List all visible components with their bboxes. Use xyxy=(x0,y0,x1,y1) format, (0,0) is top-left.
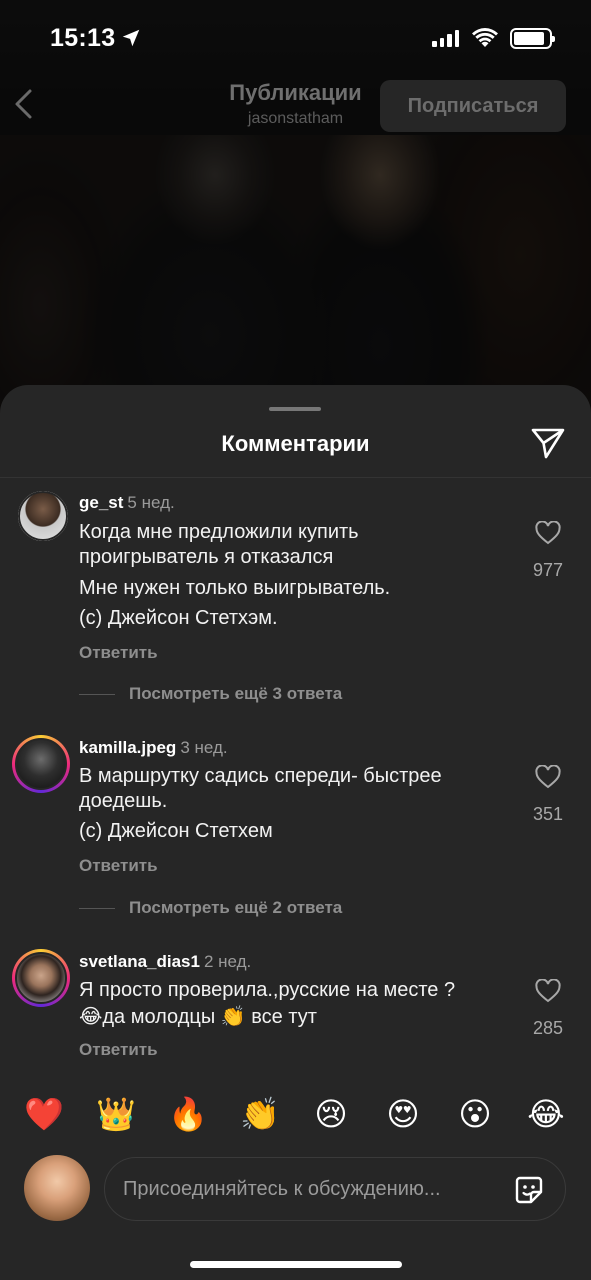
like-count: 285 xyxy=(532,1018,564,1038)
comment-text-line: Я просто проверила.,русские на месте ? xyxy=(79,979,456,1001)
comment-time: 2 нед. xyxy=(203,952,252,971)
battery-icon xyxy=(510,28,555,49)
view-more-replies[interactable]: Посмотреть ещё 3 ответа xyxy=(79,684,342,704)
cellular-signal-icon xyxy=(432,30,459,47)
heart-icon[interactable] xyxy=(535,979,561,1003)
reaction-laughing[interactable]: 😂 xyxy=(526,1094,566,1134)
comment-text-line: В маршрутку садись спереди- быстрее xyxy=(79,765,442,787)
comment-username[interactable]: kamilla.jpeg 3 нед. xyxy=(79,738,228,758)
thread-line xyxy=(79,694,115,696)
share-send-icon[interactable] xyxy=(530,426,566,460)
comment-time: 5 нед. xyxy=(127,493,175,512)
comment-username[interactable]: svetlana_dias1 2 нед. xyxy=(79,952,251,972)
comment-text-line: доедешь. xyxy=(79,790,168,812)
reaction-fire[interactable]: 🔥 xyxy=(168,1094,208,1134)
like-count: 351 xyxy=(532,804,564,824)
heart-icon[interactable] xyxy=(535,521,561,545)
sticker-icon[interactable] xyxy=(511,1172,547,1208)
nav-header: Публикации jasonstatham Подписаться xyxy=(0,78,591,138)
reply-button[interactable]: Ответить xyxy=(79,1040,158,1060)
comment-text-line: проигрыватель я отказался xyxy=(79,546,334,568)
sheet-grabber[interactable] xyxy=(269,407,321,411)
comment-text-line: 😂да молодцы 👏 все тут xyxy=(79,1006,317,1028)
avatar[interactable] xyxy=(18,491,68,541)
home-indicator xyxy=(190,1261,402,1268)
comment-input[interactable]: Присоединяйтесь к обсуждению... xyxy=(104,1157,566,1221)
comment-time: 3 нед. xyxy=(180,738,228,757)
sheet-title: Комментарии xyxy=(221,431,370,456)
comments-sheet: Комментарии ge_st 5 нед. Когда мне предло… xyxy=(0,385,591,1280)
comment-text-line: (с) Джейсон Стетхэм. xyxy=(79,607,278,629)
reply-button[interactable]: Ответить xyxy=(79,643,158,663)
comment-text-line: (с) Джейсон Стетхем xyxy=(79,820,273,842)
reply-button[interactable]: Ответить xyxy=(79,856,158,876)
location-arrow-icon xyxy=(122,29,140,47)
avatar[interactable] xyxy=(12,949,70,1007)
reaction-heart[interactable]: ❤️ xyxy=(24,1094,64,1134)
status-time: 15:13 xyxy=(50,24,116,52)
reaction-clap[interactable]: 👏 xyxy=(240,1094,280,1134)
view-more-replies[interactable]: Посмотреть ещё 2 ответа xyxy=(79,898,342,918)
comment-text-line: Мне нужен только выигрыватель. xyxy=(79,577,391,599)
thread-line xyxy=(79,908,115,910)
reaction-heart-eyes[interactable]: 😍 xyxy=(383,1094,423,1134)
status-bar: 15:13 xyxy=(0,0,591,80)
reaction-surprised[interactable]: 😮 xyxy=(455,1094,495,1134)
quick-reactions-bar: ❤️ 👑 🔥 👏 😢 😍 😮 😂 xyxy=(0,1094,591,1140)
sheet-divider xyxy=(0,477,591,478)
like-count: 977 xyxy=(532,560,564,580)
wifi-icon xyxy=(472,28,498,47)
follow-button[interactable]: Подписаться xyxy=(380,80,566,132)
heart-icon[interactable] xyxy=(535,765,561,789)
reaction-crown[interactable]: 👑 xyxy=(96,1094,136,1134)
current-user-avatar xyxy=(24,1155,90,1221)
reaction-crying[interactable]: 😢 xyxy=(311,1094,351,1134)
comment-text-line: Когда мне предложили купить xyxy=(79,521,359,543)
comment-username[interactable]: ge_st 5 нед. xyxy=(79,493,175,513)
comment-input-placeholder: Присоединяйтесь к обсуждению... xyxy=(123,1178,441,1200)
avatar[interactable] xyxy=(12,735,70,793)
